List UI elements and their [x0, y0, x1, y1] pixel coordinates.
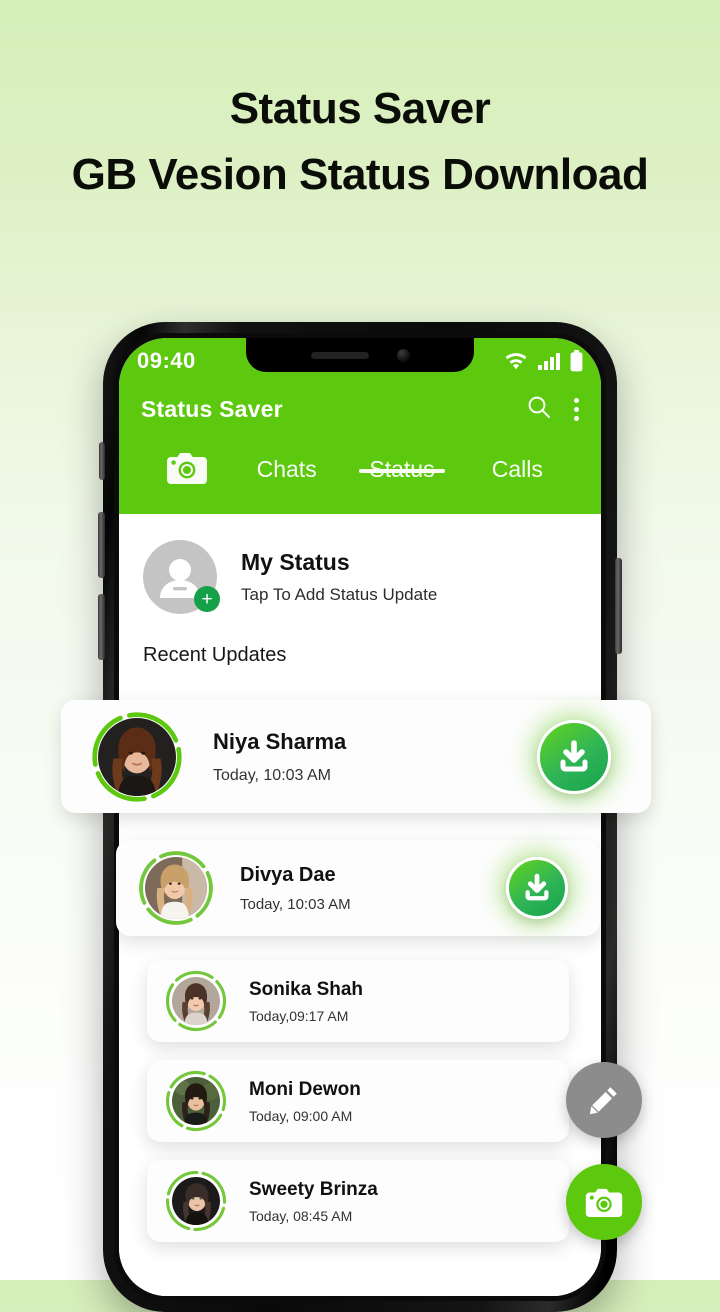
- status-item-name: Sonika Shah: [249, 978, 364, 1000]
- edit-fab[interactable]: [566, 1062, 642, 1138]
- avatar-photo: [172, 1177, 220, 1225]
- status-item-time: Today, 09:00 AM: [249, 1107, 353, 1124]
- status-item-name: Divya Dae: [240, 863, 336, 886]
- download-icon: [560, 739, 588, 771]
- status-list-item[interactable]: Sweety Brinza Today, 08:45 AM: [147, 1160, 569, 1242]
- status-bar-clock: 09:40: [137, 348, 196, 373]
- status-list-item[interactable]: Niya Sharma Today, 10:03 AM: [61, 700, 651, 813]
- status-item-time: Today, 08:45 AM: [249, 1207, 353, 1224]
- notch: [246, 338, 474, 372]
- status-item-text: Niya Sharma Today, 10:03 AM: [213, 729, 346, 785]
- mute-switch[interactable]: [99, 442, 105, 480]
- phone-screen: 09:40 Status Saver Chats Status Calls + …: [119, 338, 601, 1296]
- camera-icon: [165, 450, 209, 492]
- recent-updates-header: Recent Updates: [143, 644, 287, 666]
- status-bar-icons: [504, 350, 583, 372]
- status-item-name: Niya Sharma: [213, 728, 347, 754]
- app-bar: Status Saver: [119, 384, 601, 434]
- my-status-title: My Status: [241, 549, 350, 575]
- headline-line-2: GB Vesion Status Download: [71, 150, 649, 199]
- volume-down-button[interactable]: [98, 594, 105, 660]
- avatar[interactable]: [91, 711, 183, 803]
- phone-bezel: 09:40 Status Saver Chats Status Calls + …: [114, 333, 606, 1301]
- status-item-text: Divya Dae Today, 10:03 AM: [240, 864, 351, 913]
- camera-fab[interactable]: [566, 1164, 642, 1240]
- add-status-badge[interactable]: +: [194, 586, 220, 612]
- avatar[interactable]: [138, 850, 214, 926]
- tab-status-label: Status: [369, 456, 435, 482]
- avatar[interactable]: [165, 1170, 227, 1232]
- status-item-time: Today, 10:03 AM: [213, 766, 331, 784]
- status-list-item[interactable]: Divya Dae Today, 10:03 AM: [116, 840, 600, 936]
- avatar-photo: [172, 1077, 220, 1125]
- avatar-photo: [172, 977, 220, 1025]
- avatar-photo: [98, 717, 176, 796]
- headline-line-1: Status Saver: [229, 84, 491, 133]
- status-item-time: Today, 10:03 AM: [240, 895, 351, 913]
- search-icon[interactable]: [526, 394, 552, 425]
- camera-icon: [585, 1188, 623, 1217]
- front-camera-icon: [396, 348, 410, 362]
- tab-calls[interactable]: Calls: [460, 440, 575, 483]
- avatar[interactable]: [165, 970, 227, 1032]
- status-item-text: Sweety Brinza Today, 08:45 AM: [249, 1179, 378, 1224]
- tab-calls-label: Calls: [491, 456, 543, 482]
- my-status-subtitle: Tap To Add Status Update: [241, 585, 438, 604]
- volume-up-button[interactable]: [98, 512, 105, 578]
- tab-chats-label: Chats: [256, 456, 317, 482]
- download-button[interactable]: [537, 719, 611, 794]
- my-status-row[interactable]: + My Status Tap To Add Status Update: [119, 514, 601, 614]
- app-bar-title: Status Saver: [141, 395, 283, 422]
- avatar-photo: [145, 857, 207, 919]
- battery-icon: [570, 350, 583, 372]
- app-bar-actions: [526, 394, 579, 425]
- pencil-icon: [589, 1087, 617, 1115]
- download-icon: [525, 873, 549, 901]
- my-status-avatar[interactable]: +: [143, 540, 220, 614]
- wifi-icon: [504, 352, 528, 371]
- status-item-name: Moni Dewon: [249, 1078, 361, 1100]
- tab-camera[interactable]: [145, 440, 229, 492]
- avatar[interactable]: [165, 1070, 227, 1132]
- cellular-signal-icon: [537, 352, 561, 371]
- tab-chats[interactable]: Chats: [229, 440, 344, 483]
- earpiece-speaker: [310, 351, 369, 359]
- status-list-item[interactable]: Sonika Shah Today,09:17 AM: [147, 960, 569, 1042]
- status-item-text: Sonika Shah Today,09:17 AM: [249, 979, 363, 1024]
- overflow-menu-icon[interactable]: [574, 397, 579, 421]
- page-title: Status Saver GB Vesion Status Download: [0, 78, 720, 206]
- power-button[interactable]: [615, 558, 622, 654]
- status-item-time: Today,09:17 AM: [249, 1007, 349, 1024]
- status-item-name: Sweety Brinza: [249, 1178, 378, 1200]
- my-status-text: My Status Tap To Add Status Update: [241, 549, 437, 605]
- tab-bar: Chats Status Calls: [119, 434, 601, 514]
- tab-status[interactable]: Status: [344, 440, 459, 483]
- status-item-text: Moni Dewon Today, 09:00 AM: [249, 1079, 361, 1124]
- status-list-item[interactable]: Moni Dewon Today, 09:00 AM: [147, 1060, 569, 1142]
- download-button[interactable]: [506, 857, 568, 919]
